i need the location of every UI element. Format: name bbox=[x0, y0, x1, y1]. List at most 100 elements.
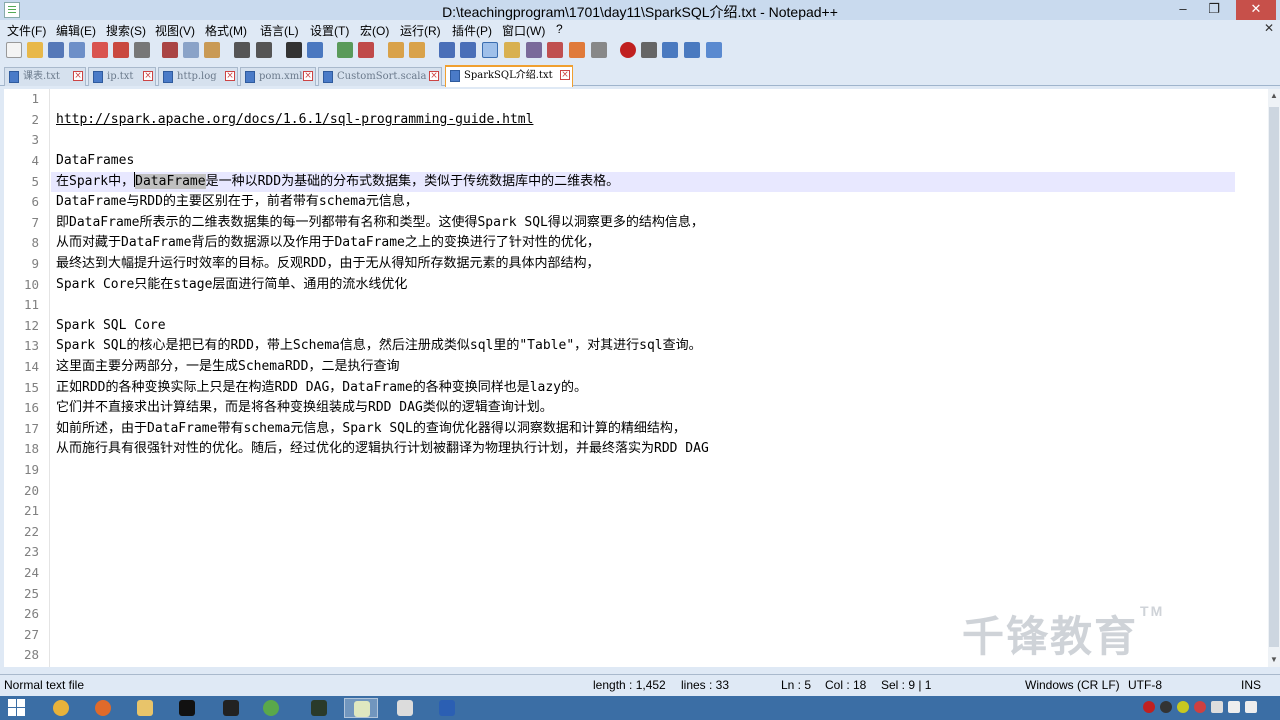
tray-icon-alert[interactable] bbox=[1194, 701, 1206, 713]
text-line-7: 即DataFrame所表示的二维表数据集的每一列都带有名称和类型。这使得Spar… bbox=[56, 215, 704, 230]
taskbar-app[interactable] bbox=[254, 698, 288, 718]
stop-macro-icon[interactable] bbox=[641, 42, 657, 58]
line-number: 28 bbox=[23, 647, 39, 662]
play-macro-icon[interactable] bbox=[662, 42, 678, 58]
tab-sparksql-intro[interactable]: SparkSQL介绍.txt × bbox=[445, 65, 573, 87]
folder-workspace-icon[interactable] bbox=[569, 42, 585, 58]
close-file-icon[interactable] bbox=[92, 42, 108, 58]
status-col: Col : 18 bbox=[825, 678, 867, 692]
line-number: 14 bbox=[23, 359, 39, 374]
tab-close-icon[interactable]: × bbox=[225, 71, 235, 81]
line-number-gutter[interactable]: 1 2 3 4 5 6 7 8 9 10 11 12 13 14 15 16 1… bbox=[4, 89, 50, 667]
terminal-icon bbox=[311, 700, 327, 716]
taskbar-notepadpp[interactable] bbox=[344, 698, 378, 718]
find-icon[interactable] bbox=[286, 42, 302, 58]
function-list-icon[interactable] bbox=[547, 42, 563, 58]
tray-icon-red[interactable] bbox=[1143, 701, 1155, 713]
close-all-icon[interactable] bbox=[113, 42, 129, 58]
status-mode[interactable]: INS bbox=[1241, 678, 1261, 692]
text-editor[interactable]: 1 2 3 4 5 6 7 8 9 10 11 12 13 14 15 16 1… bbox=[4, 89, 1268, 667]
scroll-up-icon[interactable]: ▲ bbox=[1270, 91, 1278, 100]
scroll-down-icon[interactable]: ▼ bbox=[1270, 655, 1278, 664]
close-doc-icon[interactable]: ✕ bbox=[1264, 21, 1274, 35]
open-file-icon[interactable] bbox=[27, 42, 43, 58]
status-eol[interactable]: Windows (CR LF) bbox=[1025, 678, 1120, 692]
line-number: 5 bbox=[31, 174, 39, 189]
start-button-icon[interactable] bbox=[8, 699, 26, 717]
paste-icon[interactable] bbox=[204, 42, 220, 58]
tray-icon-add[interactable] bbox=[1177, 701, 1189, 713]
tab-pom-xml[interactable]: pom.xml × bbox=[240, 67, 316, 86]
menu-edit[interactable]: 编辑(E) bbox=[56, 22, 96, 39]
close-button[interactable]: ✕ bbox=[1236, 0, 1276, 20]
line-number: 8 bbox=[31, 235, 39, 250]
redo-icon[interactable] bbox=[256, 42, 272, 58]
record-macro-icon[interactable] bbox=[620, 42, 636, 58]
menu-plugins[interactable]: 插件(P) bbox=[452, 22, 492, 39]
title-bar[interactable]: D:\teachingprogram\1701\day11\SparkSQL介绍… bbox=[0, 0, 1280, 20]
user-defined-lang-icon[interactable] bbox=[504, 42, 520, 58]
tab-customsort-scala[interactable]: CustomSort.scala × bbox=[318, 67, 442, 86]
doc-map-icon[interactable] bbox=[526, 42, 542, 58]
vertical-scrollbar[interactable]: ▲ ▼ bbox=[1268, 89, 1280, 667]
cut-icon[interactable] bbox=[162, 42, 178, 58]
run-macro-multiple-icon[interactable] bbox=[684, 42, 700, 58]
scrollbar-thumb[interactable] bbox=[1269, 107, 1279, 647]
line-number: 3 bbox=[31, 132, 39, 147]
tab-close-icon[interactable]: × bbox=[303, 71, 313, 81]
tab-ip[interactable]: ip.txt × bbox=[88, 67, 156, 86]
new-file-icon[interactable] bbox=[6, 42, 22, 58]
tab-http-log[interactable]: http.log × bbox=[158, 67, 238, 86]
show-all-chars-icon[interactable] bbox=[460, 42, 476, 58]
taskbar-intellij[interactable] bbox=[170, 698, 204, 718]
menu-settings[interactable]: 设置(T) bbox=[310, 22, 349, 39]
minimize-button[interactable]: ‒ bbox=[1168, 0, 1198, 20]
menu-format[interactable]: 格式(M) bbox=[205, 22, 247, 39]
copy-icon[interactable] bbox=[183, 42, 199, 58]
zoom-in-icon[interactable] bbox=[337, 42, 353, 58]
sync-horizontal-icon[interactable] bbox=[409, 42, 425, 58]
volume-icon[interactable] bbox=[1245, 701, 1257, 713]
taskbar-pycharm[interactable] bbox=[214, 698, 248, 718]
network-icon[interactable] bbox=[1228, 701, 1240, 713]
tab-close-icon[interactable]: × bbox=[73, 71, 83, 81]
save-all-icon[interactable] bbox=[69, 42, 85, 58]
menu-language[interactable]: 语言(L) bbox=[260, 22, 299, 39]
line-number: 2 bbox=[31, 112, 39, 127]
save-macro-icon[interactable] bbox=[706, 42, 722, 58]
taskbar-chrome[interactable] bbox=[44, 698, 78, 718]
word-wrap-icon[interactable] bbox=[439, 42, 455, 58]
taskbar-tool[interactable] bbox=[388, 698, 422, 718]
replace-icon[interactable] bbox=[307, 42, 323, 58]
sync-vertical-icon[interactable] bbox=[388, 42, 404, 58]
menu-macro[interactable]: 宏(O) bbox=[360, 22, 389, 39]
tray-icon-flag[interactable] bbox=[1211, 701, 1223, 713]
monitoring-icon[interactable] bbox=[591, 42, 607, 58]
line-number: 19 bbox=[23, 462, 39, 477]
menu-view[interactable]: 视图(V) bbox=[155, 22, 195, 39]
menu-run[interactable]: 运行(R) bbox=[400, 22, 441, 39]
tray-icon-dark[interactable] bbox=[1160, 701, 1172, 713]
menu-file[interactable]: 文件(F) bbox=[7, 22, 46, 39]
restore-button[interactable]: ❐ bbox=[1199, 0, 1229, 20]
indent-guide-icon[interactable] bbox=[482, 42, 498, 58]
tab-close-icon[interactable]: × bbox=[560, 70, 570, 80]
status-encoding[interactable]: UTF-8 bbox=[1128, 678, 1162, 692]
tool-icon bbox=[397, 700, 413, 716]
menu-window[interactable]: 窗口(W) bbox=[502, 22, 545, 39]
print-icon[interactable] bbox=[134, 42, 150, 58]
zoom-out-icon[interactable] bbox=[358, 42, 374, 58]
text-line-5-suffix: 是一种以RDD为基础的分布式数据集，类似于传统数据库中的二维表格。 bbox=[205, 174, 620, 189]
menu-search[interactable]: 搜索(S) bbox=[106, 22, 146, 39]
tab-kebiao[interactable]: 课表.txt × bbox=[4, 67, 86, 86]
taskbar-word[interactable] bbox=[430, 698, 464, 718]
tab-close-icon[interactable]: × bbox=[143, 71, 153, 81]
tab-close-icon[interactable]: × bbox=[429, 71, 439, 81]
save-icon[interactable] bbox=[48, 42, 64, 58]
taskbar-terminal[interactable] bbox=[302, 698, 336, 718]
text-line-4: DataFrames bbox=[56, 153, 135, 168]
undo-icon[interactable] bbox=[234, 42, 250, 58]
taskbar-explorer[interactable] bbox=[128, 698, 162, 718]
taskbar-browser[interactable] bbox=[86, 698, 120, 718]
menu-help[interactable]: ? bbox=[556, 22, 563, 36]
